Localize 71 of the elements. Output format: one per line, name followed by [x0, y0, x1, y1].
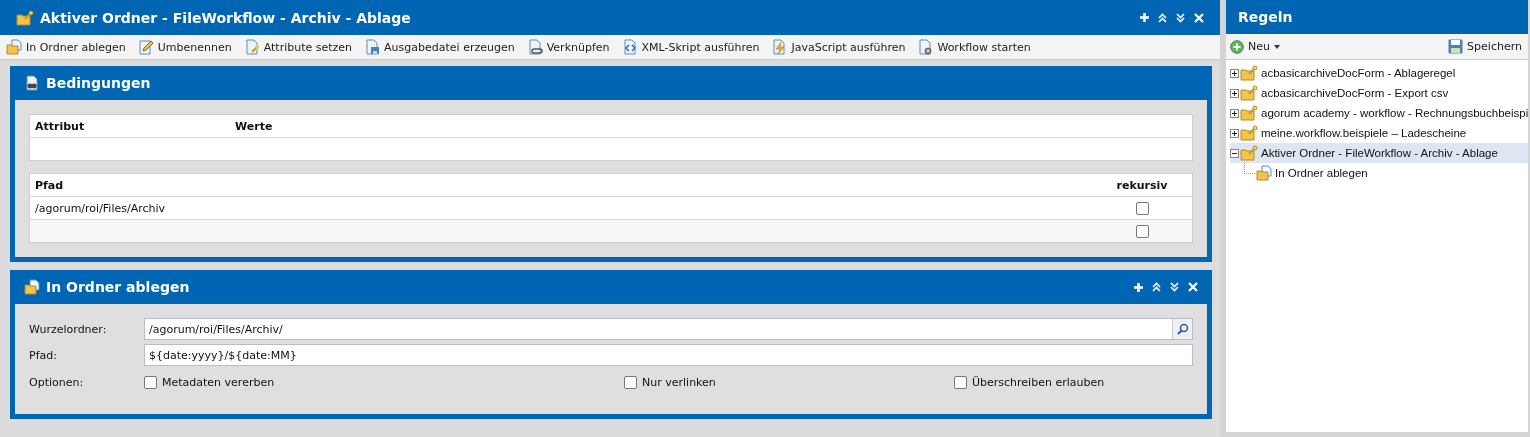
expand-icon[interactable]	[1170, 282, 1179, 292]
tree-item[interactable]: Aktiver Ordner - FileWorkflow - Archiv - Ablage	[1230, 143, 1528, 163]
checkbox[interactable]	[1135, 224, 1149, 238]
close-icon[interactable]	[1188, 282, 1198, 292]
checkbox-label: Überschreiben erlauben	[972, 375, 1105, 389]
collapse-toggle-icon[interactable]	[1230, 148, 1239, 158]
table-cell: /agorum/roi/Files/Archiv	[35, 201, 166, 215]
input-field[interactable]: /agorum/roi/Files/Archiv/	[144, 318, 1193, 340]
document-chain-icon	[526, 39, 543, 55]
tree-item[interactable]: meine.workflow.beispiele – Ladescheine	[1230, 123, 1528, 143]
column-header: Attribut	[34, 119, 86, 133]
panel-title: Bedingungen	[46, 75, 151, 91]
checkbox[interactable]	[1135, 201, 1149, 215]
folder-key-icon	[16, 9, 34, 26]
document-code-icon	[621, 39, 638, 55]
folder-key-icon	[1240, 65, 1258, 81]
collapse-icon[interactable]	[1158, 12, 1167, 23]
tree-item[interactable]: In Ordner ablegen	[1230, 163, 1528, 183]
document-gear-icon	[917, 39, 934, 55]
close-icon[interactable]	[1194, 12, 1204, 23]
save-button[interactable]: Speichern	[1448, 39, 1522, 54]
pencil-icon	[137, 39, 154, 55]
binoculars-document-icon	[24, 75, 40, 91]
folder-key-icon	[1240, 105, 1258, 121]
search-icon	[1176, 323, 1189, 335]
folder-key-icon	[1240, 125, 1258, 141]
tree-item[interactable]: agorum academy - workflow - Rechnungsbuchbeispi	[1230, 103, 1528, 123]
document-lightning-icon	[771, 39, 788, 55]
input-field[interactable]: ${date:yyyy}/${date:MM}	[144, 344, 1193, 366]
folder-icon	[1256, 165, 1272, 181]
caret-icon	[1273, 44, 1280, 49]
toolbar-button[interactable]: In Ordner ablegen	[6, 39, 126, 55]
column-header: Werte	[234, 119, 273, 133]
toolbar-button[interactable]: Umbenennen	[137, 39, 232, 55]
toolbar-button[interactable]: JavaScript ausführen	[771, 39, 906, 55]
expand-icon[interactable]	[1176, 12, 1185, 23]
column-header: rekursiv	[1116, 178, 1168, 192]
tree-item[interactable]: acbasicarchiveDocForm - Export csv	[1230, 83, 1528, 103]
expand-toggle-icon[interactable]	[1230, 88, 1239, 98]
search-button[interactable]	[1172, 319, 1192, 339]
folder-key-icon	[1240, 85, 1258, 101]
expand-toggle-icon[interactable]	[1230, 108, 1239, 118]
folder-icon	[6, 39, 22, 55]
toolbar-button[interactable]: Workflow starten	[917, 39, 1031, 55]
column-header: Pfad	[35, 178, 64, 192]
window-title: Aktiver Ordner - FileWorkflow - Archiv - Ablage	[40, 9, 411, 26]
checkbox-label: Nur verlinken	[642, 375, 716, 389]
folder-key-icon	[1240, 145, 1258, 161]
expand-toggle-icon[interactable]	[1230, 68, 1239, 78]
new-button[interactable]: Neu	[1230, 39, 1280, 54]
folder-icon	[24, 279, 40, 295]
checkbox[interactable]	[624, 375, 637, 389]
checkbox[interactable]	[144, 375, 157, 389]
collapse-icon[interactable]	[1152, 282, 1161, 292]
document-key-icon	[243, 39, 260, 55]
field-label: Optionen:	[29, 375, 85, 389]
plus-circle-icon	[1230, 39, 1244, 54]
tree-item[interactable]: acbasicarchiveDocForm - Ablageregel	[1230, 63, 1528, 83]
field-label: Pfad:	[29, 348, 58, 362]
field-label: Wurzelordner:	[29, 322, 108, 336]
add-icon[interactable]	[1140, 13, 1149, 22]
panel-title: Regeln	[1238, 9, 1293, 25]
checkbox-label: Metadaten vererben	[162, 375, 275, 389]
expand-toggle-icon[interactable]	[1230, 128, 1239, 138]
add-icon[interactable]	[1134, 282, 1143, 292]
checkbox[interactable]	[954, 375, 967, 389]
toolbar-button[interactable]: Ausgabedatei erzeugen	[364, 39, 515, 55]
toolbar-button[interactable]: XML-Skript ausführen	[621, 39, 760, 55]
toolbar-button[interactable]: Attribute setzen	[243, 39, 353, 55]
toolbar-button[interactable]: Verknüpfen	[526, 39, 610, 55]
panel-title: In Ordner ablegen	[46, 279, 190, 295]
